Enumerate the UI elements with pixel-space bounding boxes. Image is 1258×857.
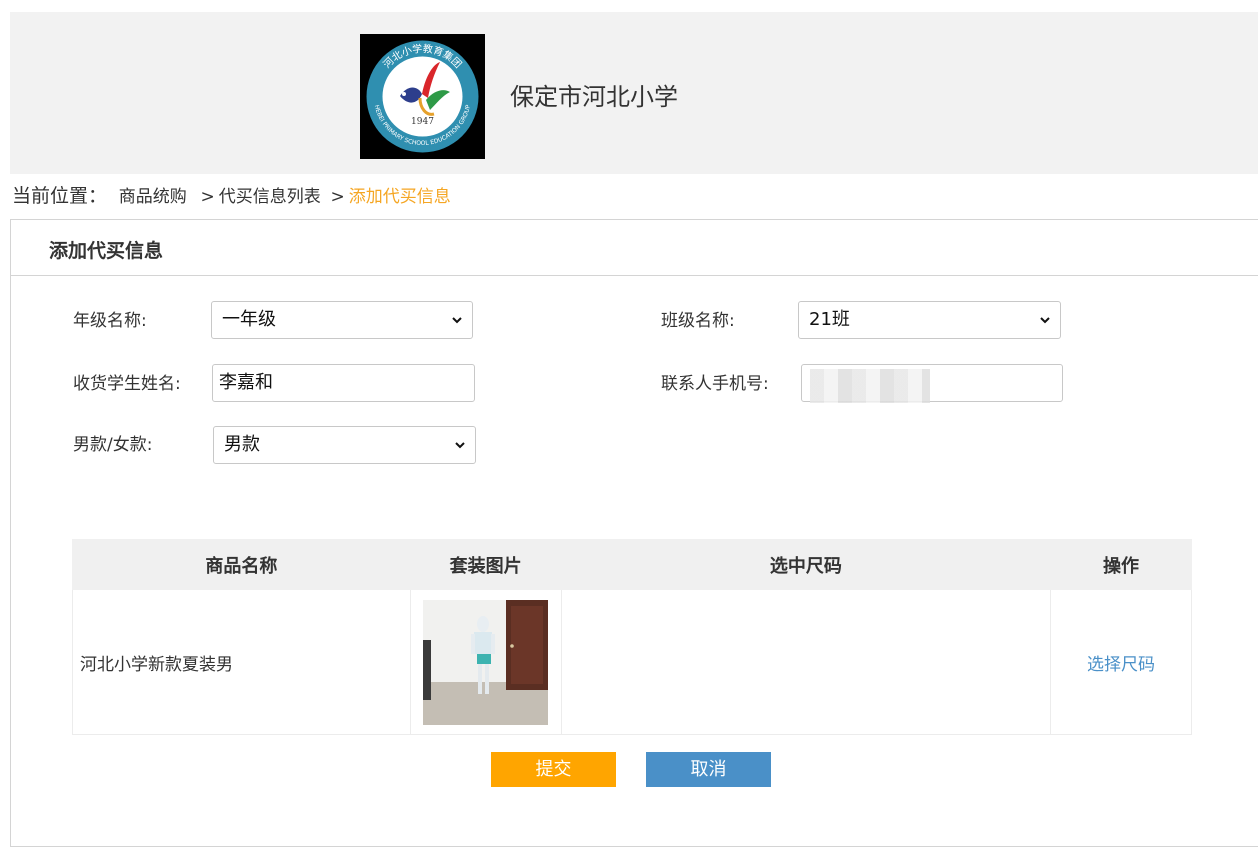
grade-label: 年级名称: bbox=[73, 311, 147, 331]
class-select-value: 21班 bbox=[809, 309, 850, 330]
grade-select[interactable]: 一年级 bbox=[211, 301, 473, 339]
breadcrumb-item-proxy-list[interactable]: 代买信息列表 bbox=[219, 187, 321, 207]
chevron-down-icon bbox=[452, 317, 462, 324]
logo-year-text: 1947 bbox=[411, 117, 434, 127]
class-select[interactable]: 21班 bbox=[798, 301, 1061, 339]
goods-name-cell: 河北小学新款夏装男 bbox=[72, 589, 411, 735]
header-set-image: 套装图片 bbox=[409, 539, 562, 590]
uniform-photo[interactable] bbox=[423, 599, 549, 725]
student-name-input[interactable]: 李嘉和 bbox=[212, 364, 475, 402]
phone-label: 联系人手机号: bbox=[661, 374, 769, 394]
panel-title: 添加代买信息 bbox=[49, 240, 164, 262]
goods-image-cell bbox=[409, 589, 562, 735]
breadcrumb-separator: > bbox=[330, 187, 345, 207]
selected-size-cell bbox=[560, 589, 1052, 735]
school-logo: 1947 河北小学教育集团 HEBEI PRIMARY SCHOOL EDUCA… bbox=[360, 34, 485, 159]
chevron-down-icon bbox=[1040, 317, 1050, 324]
gender-label: 男款/女款: bbox=[73, 435, 153, 455]
class-label: 班级名称: bbox=[661, 311, 735, 331]
breadcrumb: 当前位置： 商品统购 > 代买信息列表 > 添加代买信息 bbox=[12, 183, 451, 209]
site-name: 保定市河北小学 bbox=[510, 83, 678, 111]
header-selected-size: 选中尺码 bbox=[560, 539, 1052, 590]
site-header: 1947 河北小学教育集团 HEBEI PRIMARY SCHOOL EDUCA… bbox=[10, 12, 1258, 174]
student-name-label: 收货学生姓名: bbox=[73, 374, 181, 394]
grade-select-value: 一年级 bbox=[222, 309, 276, 330]
breadcrumb-prefix: 当前位置： bbox=[12, 185, 108, 207]
breadcrumb-current: 添加代买信息 bbox=[348, 187, 451, 207]
table-header-row: 商品名称 套装图片 选中尺码 操作 bbox=[72, 539, 1192, 590]
school-logo-image: 1947 河北小学教育集团 HEBEI PRIMARY SCHOOL EDUCA… bbox=[360, 34, 485, 159]
submit-button[interactable]: 提交 bbox=[491, 752, 616, 787]
header-goods-name: 商品名称 bbox=[72, 539, 411, 590]
panel-header: 添加代买信息 bbox=[11, 220, 1258, 276]
phone-blurred-value bbox=[810, 369, 930, 403]
cancel-button[interactable]: 取消 bbox=[646, 752, 771, 787]
table-row: 河北小学新款夏装男 选择尺码 bbox=[72, 589, 1192, 735]
operation-cell: 选择尺码 bbox=[1050, 589, 1192, 735]
breadcrumb-item-goods-purchase[interactable]: 商品统购 bbox=[119, 187, 187, 207]
chevron-down-icon bbox=[455, 442, 465, 449]
header-operation: 操作 bbox=[1050, 539, 1192, 590]
select-size-link[interactable]: 选择尺码 bbox=[1087, 655, 1155, 675]
goods-table: 商品名称 套装图片 选中尺码 操作 河北小学新款夏装男 选择尺码 bbox=[72, 539, 1192, 735]
phone-input[interactable] bbox=[801, 364, 1063, 403]
gender-select[interactable]: 男款 bbox=[213, 426, 476, 464]
breadcrumb-separator: > bbox=[200, 187, 215, 207]
gender-select-value: 男款 bbox=[224, 434, 260, 455]
form-panel: 添加代买信息 年级名称: 一年级 班级名称: 21班 收货学生姓名: 李嘉和 联… bbox=[10, 219, 1258, 847]
